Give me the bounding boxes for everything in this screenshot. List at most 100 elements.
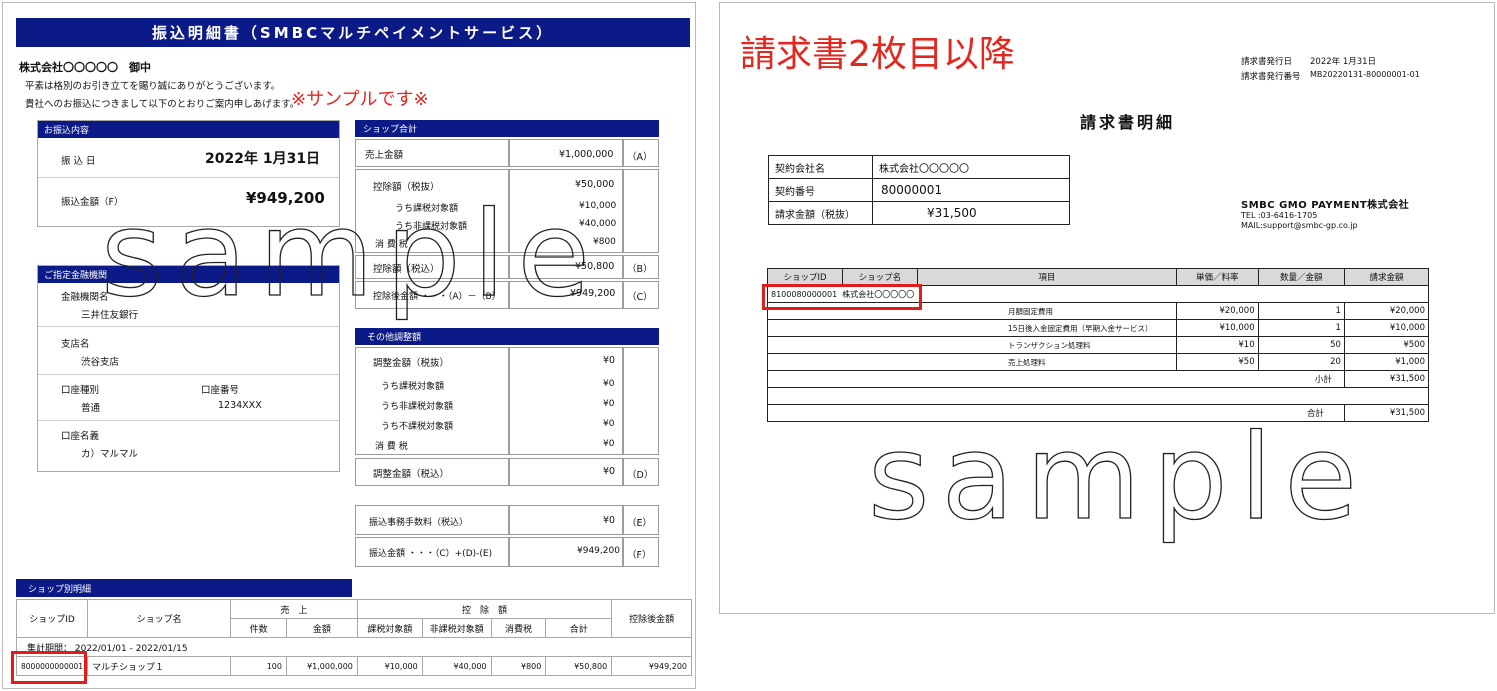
bank-panel: ご指定金融機関 金融機関名 三井住友銀行 支店名 渋谷支店 口座種別 口座番号 … <box>37 265 340 472</box>
adjust-value: ¥0 <box>603 355 616 366</box>
taxable-cell: ¥10,000 <box>356 656 423 676</box>
subtotal-label: 小計 <box>767 370 1345 388</box>
deduct-incl-tag: （B） <box>627 264 653 275</box>
after-deduct-tag: （C） <box>627 292 653 303</box>
amount-cell: ¥1,000,000 <box>285 656 358 676</box>
deduct-label: 控除額（税抜） <box>373 182 440 193</box>
tax-value: ¥800 <box>593 237 616 247</box>
qty-cell: 20 <box>1257 353 1345 371</box>
col-deduct: 控 除 額 <box>356 599 613 619</box>
shop-detail-table: ショップID ショップ名 売 上 控 除 額 控除後金額 件数 金額 課税対象額… <box>15 599 692 676</box>
transfer-date-label: 振 込 日 <box>61 156 96 167</box>
table-header-row: ショップID ショップ名 項目 単価／料率 数量／金額 請求金額 <box>767 268 1430 286</box>
bank-name: 三井住友銀行 <box>81 310 139 321</box>
highlight-shop-id-box <box>11 651 87 684</box>
issuer-tel: TEL :03-6416-1705 <box>1241 211 1318 220</box>
col-amount: 請求金額 <box>1343 268 1430 286</box>
account-type: 普通 <box>81 403 101 414</box>
adjust-incl-label: 調整金額（税込） <box>373 469 450 480</box>
contract-label: 契約番号 <box>768 178 873 202</box>
account-type-label: 口座種別 <box>61 385 100 396</box>
cell <box>623 169 659 253</box>
transfer-panel-head: お振込内容 <box>38 121 339 138</box>
deduct-incl-value: ¥50,800 <box>575 261 615 272</box>
unit-cell: ¥20,000 <box>1175 302 1259 320</box>
unit-cell: ¥50 <box>1175 353 1259 371</box>
shop-detail-head: ショップ別明細 <box>16 579 352 597</box>
issuer-name: SMBC GMO PAYMENT株式会社 <box>1241 200 1410 211</box>
item-cell: トランザクション処理料 <box>767 336 1177 354</box>
transfer-statement-document: 振込明細書（SMBCマルチペイメントサービス） 株式会社〇〇〇〇〇 御中 平素は… <box>2 2 696 689</box>
adjust-incl-value: ¥0 <box>603 466 616 477</box>
total-value: ¥31,500 <box>1343 404 1430 422</box>
unit-cell: ¥10 <box>1175 336 1259 354</box>
blank-cell <box>767 387 1429 405</box>
shop-total-head: ショップ合計 <box>355 120 659 137</box>
adjust-label: 調整金額（税抜） <box>373 358 450 369</box>
adjust-untaxed-label: うち不課税対象額 <box>381 422 454 432</box>
col-qty: 数量／金額 <box>1257 268 1345 286</box>
after-deduct-label: 控除後金額 ・・・（A）－（B） <box>373 292 501 302</box>
col-sales: 売 上 <box>230 599 358 619</box>
nontaxable-cell: ¥40,000 <box>421 656 492 676</box>
col-shop-name: ショップ名 <box>841 268 918 286</box>
issuer-mail: MAIL:support@smbc-gp.co.jp <box>1241 221 1358 230</box>
qty-cell: 1 <box>1257 319 1345 337</box>
subtotal-value: ¥31,500 <box>1343 370 1430 388</box>
greeting-line-1: 平素は格別のお引き立てを賜り誠にありがとうございます。 <box>25 81 281 92</box>
unit-cell: ¥10,000 <box>1175 319 1259 337</box>
amount-cell: ¥20,000 <box>1343 302 1430 320</box>
adjust-tax-value: ¥0 <box>603 439 615 449</box>
divider <box>38 420 339 421</box>
divider <box>38 177 339 178</box>
transfer-date-value: 2022年 1月31日 <box>205 151 321 167</box>
col-taxable: 課税対象額 <box>356 618 423 638</box>
deduct-incl-label: 控除額（税込） <box>373 264 440 275</box>
cell <box>623 347 659 455</box>
statement-title: 振込明細書（SMBCマルチペイメントサービス） <box>16 18 690 47</box>
account-name-label: 口座名義 <box>61 431 100 442</box>
divider <box>38 326 339 327</box>
table-row: 契約番号 80000001 <box>768 178 1070 202</box>
adjust-untaxed-value: ¥0 <box>603 419 615 429</box>
table-header-row: ショップID ショップ名 売 上 控 除 額 控除後金額 <box>15 599 692 638</box>
issue-no-label: 請求書発行番号 <box>1241 72 1301 82</box>
transfer-amount-value: ¥949,200 <box>246 189 325 207</box>
item-cell: 15日後入金固定費用（早期入金サービス） <box>767 319 1177 337</box>
contract-info-table: 契約会社名 株式会社〇〇〇〇〇 契約番号 80000001 請求金額（税抜） ¥… <box>768 155 1070 225</box>
issue-no: MB20220131-80000001-01 <box>1310 70 1420 79</box>
amount-cell: ¥500 <box>1343 336 1430 354</box>
issue-date-label: 請求書発行日 <box>1241 57 1293 67</box>
account-name: カ）マルマル <box>81 449 139 460</box>
branch-label: 支店名 <box>61 339 90 350</box>
sales-tag: （A） <box>627 152 653 163</box>
col-shop-name: ショップ名 <box>87 599 232 638</box>
taxable-value: ¥10,000 <box>579 201 617 211</box>
col-amount: 金額 <box>285 618 358 638</box>
sales-label: 売上金額 <box>365 150 404 161</box>
qty-cell: 1 <box>1257 302 1345 320</box>
tax-label: 消 費 税 <box>375 240 408 250</box>
col-shop-id: ショップID <box>767 268 843 286</box>
net-transfer-value: ¥949,200 <box>577 546 620 556</box>
fee-label: 振込事務手数料（税込） <box>369 518 469 528</box>
table-row: トランザクション処理料 ¥10 50 ¥500 <box>767 336 1430 354</box>
amount-cell: ¥1,000 <box>1343 353 1430 371</box>
col-after: 控除後金額 <box>611 599 692 638</box>
amount-cell: ¥10,000 <box>1343 319 1430 337</box>
col-nontaxable: 非課税対象額 <box>421 618 492 638</box>
amount-label: 請求金額（税抜） <box>768 201 873 225</box>
adjust-incl-tag: （D） <box>627 470 654 481</box>
col-count: 件数 <box>230 618 287 638</box>
total-cell: ¥50,800 <box>545 656 613 676</box>
tax-cell: ¥800 <box>490 656 547 676</box>
table-row: 8000000000001 マルチショップ１ 100 ¥1,000,000 ¥1… <box>15 656 692 676</box>
spacer-row <box>767 387 1429 405</box>
after-deduct-value: ¥949,200 <box>570 288 616 299</box>
account-no-label: 口座番号 <box>201 385 240 396</box>
amount-value: ¥31,500 <box>872 201 1070 225</box>
table-row: 契約会社名 株式会社〇〇〇〇〇 <box>768 155 1070 179</box>
adjust-nontaxable-label: うち非課税対象額 <box>381 402 454 412</box>
sample-watermark: sample <box>867 407 1370 546</box>
divider <box>38 374 339 375</box>
